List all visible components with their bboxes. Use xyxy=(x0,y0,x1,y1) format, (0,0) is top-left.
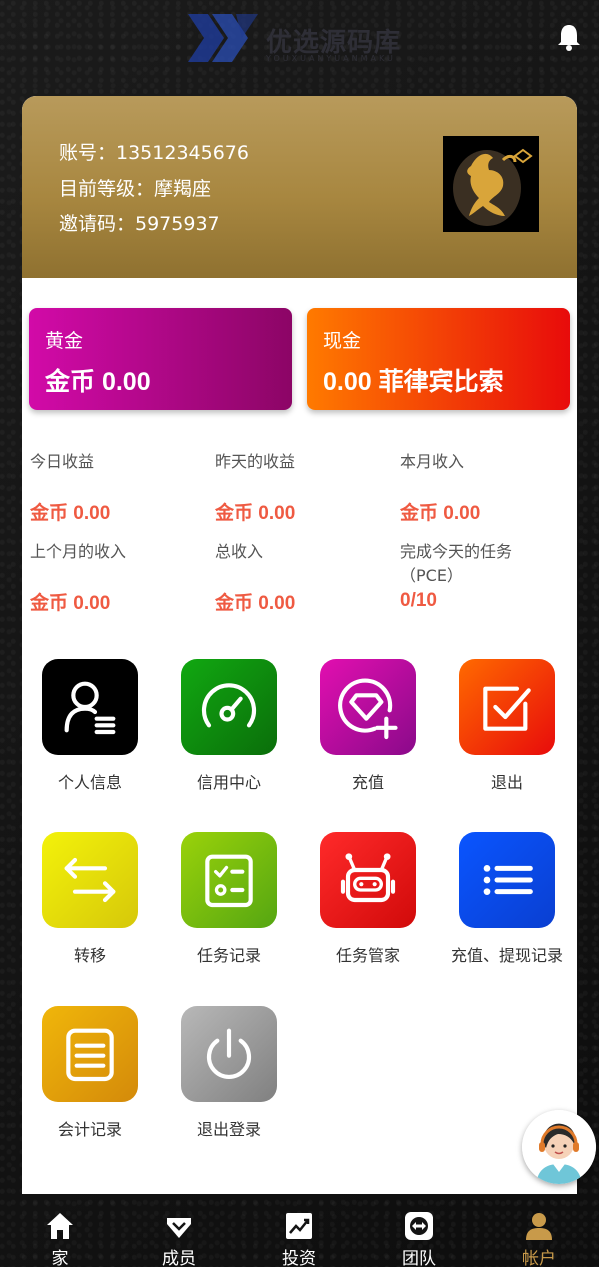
logo-subtext: YOUXUANYUANMAKU xyxy=(266,54,396,63)
stat-label-tasks-today: 完成今天的任务（PCE） xyxy=(400,542,513,585)
customer-service-icon xyxy=(522,1110,596,1184)
diamond-plus-icon xyxy=(320,659,416,755)
nav-label: 帐户 xyxy=(522,1249,556,1267)
nav-label: 投资 xyxy=(282,1249,316,1267)
customer-service-button[interactable] xyxy=(522,1110,596,1184)
menu-task-records[interactable]: 任务记录 xyxy=(159,832,299,966)
checklist-icon xyxy=(181,832,277,928)
gold-wallet-title: 黄金 xyxy=(45,330,84,352)
menu-recharge[interactable]: 充值 xyxy=(298,659,438,793)
menu-credit-center[interactable]: 信用中心 xyxy=(159,659,299,793)
menu-label: 转移 xyxy=(73,946,106,965)
cash-wallet-amount: 0.00 菲律宾比索 xyxy=(323,368,504,396)
top-bar: 优选源码库 YOUXUANYUANMAKU xyxy=(0,0,599,80)
stat-value-yesterday: 金币 0.00 xyxy=(215,503,296,524)
menu-exit[interactable]: 退出 xyxy=(437,659,577,793)
nav-account[interactable]: 帐户 xyxy=(479,1204,599,1267)
nav-invest[interactable]: 投资 xyxy=(239,1204,359,1267)
robot-icon xyxy=(320,832,416,928)
transfer-arrows-icon xyxy=(42,832,138,928)
stat-value-last-month: 金币 0.00 xyxy=(30,593,111,614)
nav-members[interactable]: 成员 xyxy=(119,1204,239,1267)
menu-logout[interactable]: 退出登录 xyxy=(159,1006,299,1140)
cash-wallet-card[interactable]: 现金 0.00 菲律宾比索 xyxy=(307,308,570,410)
avatar[interactable] xyxy=(443,136,539,232)
stat-label-last-month: 上个月的收入 xyxy=(30,542,127,561)
stat-label-this-month: 本月收入 xyxy=(400,452,465,471)
stat-label-total: 总收入 xyxy=(215,542,264,561)
power-icon xyxy=(181,1006,277,1102)
app-logo: 优选源码库 YOUXUANYUANMAKU xyxy=(186,10,416,66)
stat-label-today: 今日收益 xyxy=(30,452,95,471)
menu-label: 充值、提现记录 xyxy=(450,946,563,965)
member-diamond-icon xyxy=(167,1218,191,1238)
checkbox-icon xyxy=(459,659,555,755)
stat-value-total: 金币 0.00 xyxy=(215,593,296,614)
gold-wallet-card[interactable]: 黄金 金币 0.00 xyxy=(29,308,292,410)
profile-header: 账号：13512345676 目前等级：摩羯座 邀请码：5975937 xyxy=(22,96,577,278)
bottom-nav: 家 成员 投资 团队 帐户 xyxy=(0,1204,599,1267)
menu-accounting-records[interactable]: 会计记录 xyxy=(22,1006,160,1140)
menu-label: 会计记录 xyxy=(57,1120,122,1139)
menu-label: 个人信息 xyxy=(57,773,122,792)
stat-value-this-month: 金币 0.00 xyxy=(400,503,481,524)
nav-label: 团队 xyxy=(402,1249,436,1267)
home-icon xyxy=(47,1213,73,1239)
nav-label: 成员 xyxy=(162,1249,196,1267)
user-profile-icon xyxy=(42,659,138,755)
account-icon xyxy=(526,1213,552,1240)
stat-value-today: 金币 0.00 xyxy=(30,503,111,524)
menu-label: 任务管家 xyxy=(335,946,400,965)
cash-wallet-title: 现金 xyxy=(323,330,362,352)
nav-home[interactable]: 家 xyxy=(0,1204,120,1267)
nav-team[interactable]: 团队 xyxy=(359,1204,479,1267)
team-icon xyxy=(405,1212,433,1240)
invite-code: 邀请码：5975937 xyxy=(59,213,220,235)
capricorn-avatar-icon xyxy=(443,136,539,232)
current-level: 目前等级：摩羯座 xyxy=(59,178,212,200)
list-icon xyxy=(459,832,555,928)
stat-label-yesterday: 昨天的收益 xyxy=(215,452,296,471)
logo-mark-icon xyxy=(188,14,258,62)
bell-icon[interactable] xyxy=(554,22,584,52)
stat-value-tasks-today: 0/10 xyxy=(400,590,437,611)
menu-recharge-withdraw-records[interactable]: 充值、提现记录 xyxy=(437,832,577,966)
account-card: 账号：13512345676 目前等级：摩羯座 邀请码：5975937 黄金 金… xyxy=(22,96,577,1194)
gold-wallet-amount: 金币 0.00 xyxy=(45,368,151,396)
account-number: 账号：13512345676 xyxy=(59,142,249,164)
menu-transfer[interactable]: 转移 xyxy=(22,832,160,966)
gauge-icon xyxy=(181,659,277,755)
menu-task-butler[interactable]: 任务管家 xyxy=(298,832,438,966)
menu-label: 任务记录 xyxy=(196,946,261,965)
ledger-icon xyxy=(42,1006,138,1102)
menu-personal-info[interactable]: 个人信息 xyxy=(22,659,160,793)
trend-chart-icon xyxy=(286,1213,312,1239)
nav-label: 家 xyxy=(51,1249,69,1267)
menu-label: 退出登录 xyxy=(196,1120,261,1139)
menu-label: 信用中心 xyxy=(196,773,261,792)
menu-label: 退出 xyxy=(490,773,523,792)
menu-label: 充值 xyxy=(351,773,384,792)
